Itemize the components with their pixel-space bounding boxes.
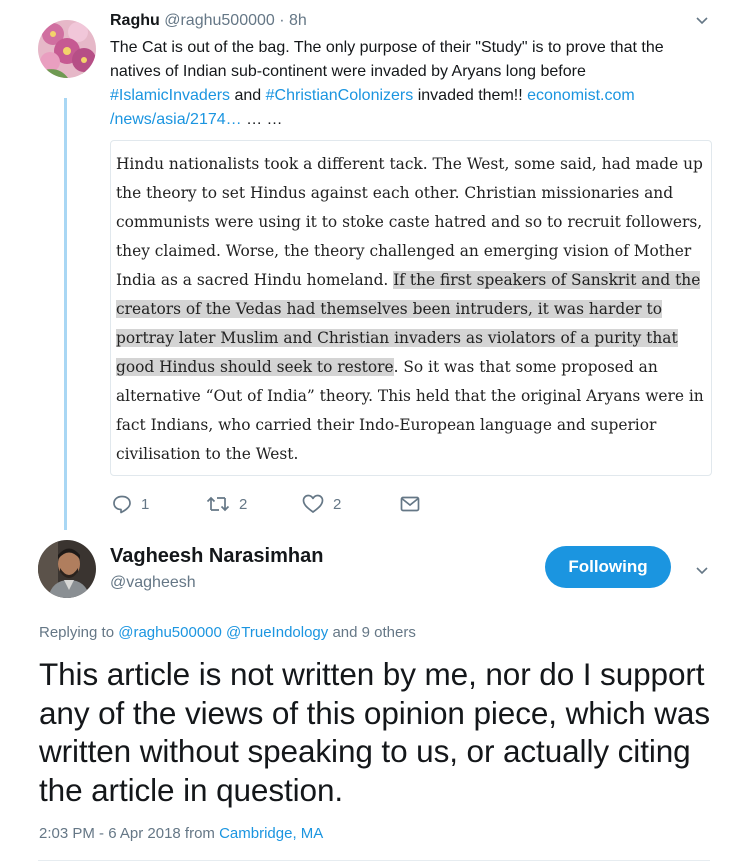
- reply-icon: [112, 494, 132, 514]
- hashtag-link[interactable]: #IslamicInvaders: [110, 87, 230, 104]
- tweet-text-part: invaded them!!: [413, 87, 528, 104]
- tweet-time[interactable]: 8h: [289, 12, 307, 29]
- like-count: 2: [333, 495, 342, 513]
- quoted-article-text: Hindu nationalists took a different tack…: [116, 150, 708, 469]
- avatar[interactable]: [38, 540, 96, 598]
- tweet-timestamp: 2:03 PM - 6 Apr 2018 from Cambridge, MA: [39, 825, 323, 842]
- avatar-flowers-image: [38, 20, 96, 78]
- tweet-text-part: and: [230, 87, 266, 104]
- following-button[interactable]: Following: [545, 546, 671, 588]
- author-handle[interactable]: @raghu500000: [164, 12, 275, 29]
- author-name[interactable]: Vagheesh Narasimhan: [110, 545, 323, 568]
- direct-message-button[interactable]: [400, 494, 420, 514]
- avatar[interactable]: [38, 20, 96, 78]
- reply-handle-link[interactable]: @TrueIndology: [226, 624, 328, 641]
- reply-handle-link[interactable]: @raghu500000: [118, 624, 222, 641]
- chevron-down-icon[interactable]: [694, 562, 710, 578]
- tweet-text: The Cat is out of the bag. The only purp…: [110, 36, 710, 132]
- replying-suffix[interactable]: and 9 others: [328, 624, 415, 641]
- direct-message-icon: [400, 494, 420, 514]
- reply-button[interactable]: 1: [112, 494, 149, 514]
- tweet-text: This article is not written by me, nor d…: [39, 656, 710, 808]
- avatar-portrait-image: [38, 540, 96, 598]
- retweet-button[interactable]: 2: [206, 494, 247, 514]
- author-name[interactable]: Raghu: [110, 12, 160, 29]
- hashtag-link[interactable]: #ChristianColonizers: [266, 87, 414, 104]
- separator-dot: ·: [279, 12, 285, 29]
- thread-connector-line: [64, 98, 67, 530]
- location-link[interactable]: Cambridge, MA: [219, 825, 323, 842]
- divider: [38, 860, 710, 861]
- tweet-text-part: The Cat is out of the bag. The only purp…: [110, 39, 664, 80]
- reply-count: 1: [141, 495, 150, 513]
- replying-to: Replying to @raghu500000 @TrueIndology a…: [39, 624, 416, 641]
- retweet-count: 2: [239, 495, 248, 513]
- tweet-ellipsis: … …: [241, 111, 283, 128]
- retweet-icon: [206, 494, 230, 514]
- timestamp-text[interactable]: 2:03 PM - 6 Apr 2018 from: [39, 825, 219, 842]
- tweet-header: Raghu @raghu500000 · 8h: [110, 12, 307, 30]
- quote-text-before: Hindu nationalists took a different tack…: [116, 155, 703, 289]
- heart-icon: [302, 494, 324, 514]
- replying-prefix: Replying to: [39, 624, 119, 641]
- like-button[interactable]: 2: [302, 494, 341, 514]
- chevron-down-icon[interactable]: [694, 12, 710, 28]
- author-handle[interactable]: @vagheesh: [110, 574, 196, 592]
